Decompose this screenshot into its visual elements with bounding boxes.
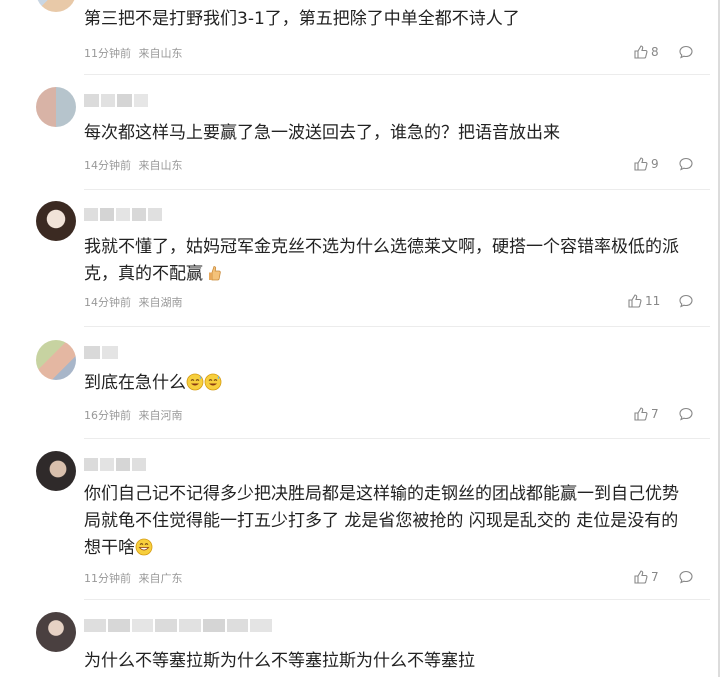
comment-time: 11分钟前 — [84, 47, 131, 60]
reply-bubble-icon[interactable] — [678, 569, 694, 585]
grin-emoji-icon — [135, 538, 153, 565]
avatar[interactable] — [36, 0, 76, 12]
comment-actions: 7 — [634, 406, 694, 422]
comment-time: 14分钟前 — [84, 159, 131, 172]
comment-text: 到底在急什么 — [84, 370, 694, 400]
comment-item: 第三把不是打野我们3-1了，第五把除了中单全都不诗人了 11分钟前 来自山东 8 — [0, 0, 710, 75]
username-blurred[interactable] — [84, 458, 146, 471]
comment-meta: 16分钟前 来自河南 — [84, 407, 183, 423]
sweat-smile-emoji-icon — [204, 373, 222, 400]
username-blurred[interactable] — [84, 94, 148, 107]
username-blurred[interactable] — [84, 208, 162, 221]
reply-bubble-icon[interactable] — [678, 156, 694, 172]
comment-item: 为什么不等塞拉斯为什么不等塞拉斯为什么不等塞拉 — [0, 600, 710, 677]
comment-text: 我就不懂了，姑妈冠军金克丝不选为什么选德莱文啊，硬搭一个容错率极低的派克，真的不… — [84, 234, 694, 291]
comment-location: 来自山东 — [138, 159, 183, 172]
thumbs-up-icon — [628, 294, 642, 308]
comment-time: 11分钟前 — [84, 572, 131, 585]
comment-actions: 8 — [634, 44, 694, 60]
like-button[interactable]: 7 — [634, 407, 659, 421]
thumbs-up-icon — [634, 157, 648, 171]
reply-bubble-icon[interactable] — [678, 293, 694, 309]
comment-actions: 7 — [634, 569, 694, 585]
username-blurred[interactable] — [84, 619, 272, 632]
comment-item: 每次都这样马上要赢了急一波送回去了，谁急的？把语音放出来 14分钟前 来自山东 … — [0, 75, 710, 190]
like-count: 7 — [651, 570, 659, 584]
reply-bubble-icon[interactable] — [678, 406, 694, 422]
like-count: 11 — [645, 294, 661, 308]
comment-text: 你们自己记不记得多少把决胜局都是这样输的走钢丝的团战都能赢一到自己优势局就龟不住… — [84, 481, 694, 565]
comment-location: 来自广东 — [138, 572, 183, 585]
comment-text-content: 到底在急什么 — [84, 373, 186, 393]
comment-item: 你们自己记不记得多少把决胜局都是这样输的走钢丝的团战都能赢一到自己优势局就龟不住… — [0, 439, 710, 600]
comment-meta: 14分钟前 来自山东 — [84, 157, 183, 173]
comment-time: 14分钟前 — [84, 296, 131, 309]
like-count: 9 — [651, 157, 659, 171]
comment-item: 我就不懂了，姑妈冠军金克丝不选为什么选德莱文啊，硬搭一个容错率极低的派克，真的不… — [0, 190, 710, 327]
comment-text: 第三把不是打野我们3-1了，第五把除了中单全都不诗人了 — [84, 9, 520, 29]
reply-bubble-icon[interactable] — [678, 44, 694, 60]
thumbs-up-emoji-icon — [208, 264, 222, 291]
like-count: 7 — [651, 407, 659, 421]
like-button[interactable]: 11 — [628, 294, 660, 308]
avatar[interactable] — [36, 340, 76, 380]
avatar[interactable] — [36, 451, 76, 491]
like-button[interactable]: 7 — [634, 570, 659, 584]
like-button[interactable]: 9 — [634, 157, 659, 171]
comment-text-content: 我就不懂了，姑妈冠军金克丝不选为什么选德莱文啊，硬搭一个容错率极低的派克，真的不… — [84, 237, 679, 284]
thumbs-up-icon — [634, 407, 648, 421]
avatar[interactable] — [36, 201, 76, 241]
comment-location: 来自湖南 — [138, 296, 183, 309]
comment-location: 来自山东 — [138, 47, 183, 60]
comment-meta: 11分钟前 来自山东 — [84, 45, 183, 61]
username-blurred[interactable] — [84, 346, 118, 359]
comment-meta: 11分钟前 来自广东 — [84, 570, 183, 586]
like-count: 8 — [651, 45, 659, 59]
comment-actions: 11 — [628, 293, 694, 309]
comment-text-content: 你们自己记不记得多少把决胜局都是这样输的走钢丝的团战都能赢一到自己优势局就龟不住… — [84, 484, 679, 558]
sweat-smile-emoji-icon — [186, 373, 204, 400]
comment-meta: 14分钟前 来自湖南 — [84, 294, 183, 310]
comment-item: 到底在急什么 16分钟前 来自河南 7 — [0, 327, 710, 439]
comment-text: 每次都这样马上要赢了急一波送回去了，谁急的？把语音放出来 — [84, 123, 560, 143]
avatar[interactable] — [36, 87, 76, 127]
comment-actions: 9 — [634, 156, 694, 172]
comment-list: 第三把不是打野我们3-1了，第五把除了中单全都不诗人了 11分钟前 来自山东 8… — [0, 0, 720, 677]
like-button[interactable]: 8 — [634, 45, 659, 59]
thumbs-up-icon — [634, 570, 648, 584]
avatar[interactable] — [36, 612, 76, 652]
comment-time: 16分钟前 — [84, 409, 131, 422]
comment-location: 来自河南 — [138, 409, 183, 422]
thumbs-up-icon — [634, 45, 648, 59]
comment-text: 为什么不等塞拉斯为什么不等塞拉斯为什么不等塞拉 — [84, 651, 475, 671]
